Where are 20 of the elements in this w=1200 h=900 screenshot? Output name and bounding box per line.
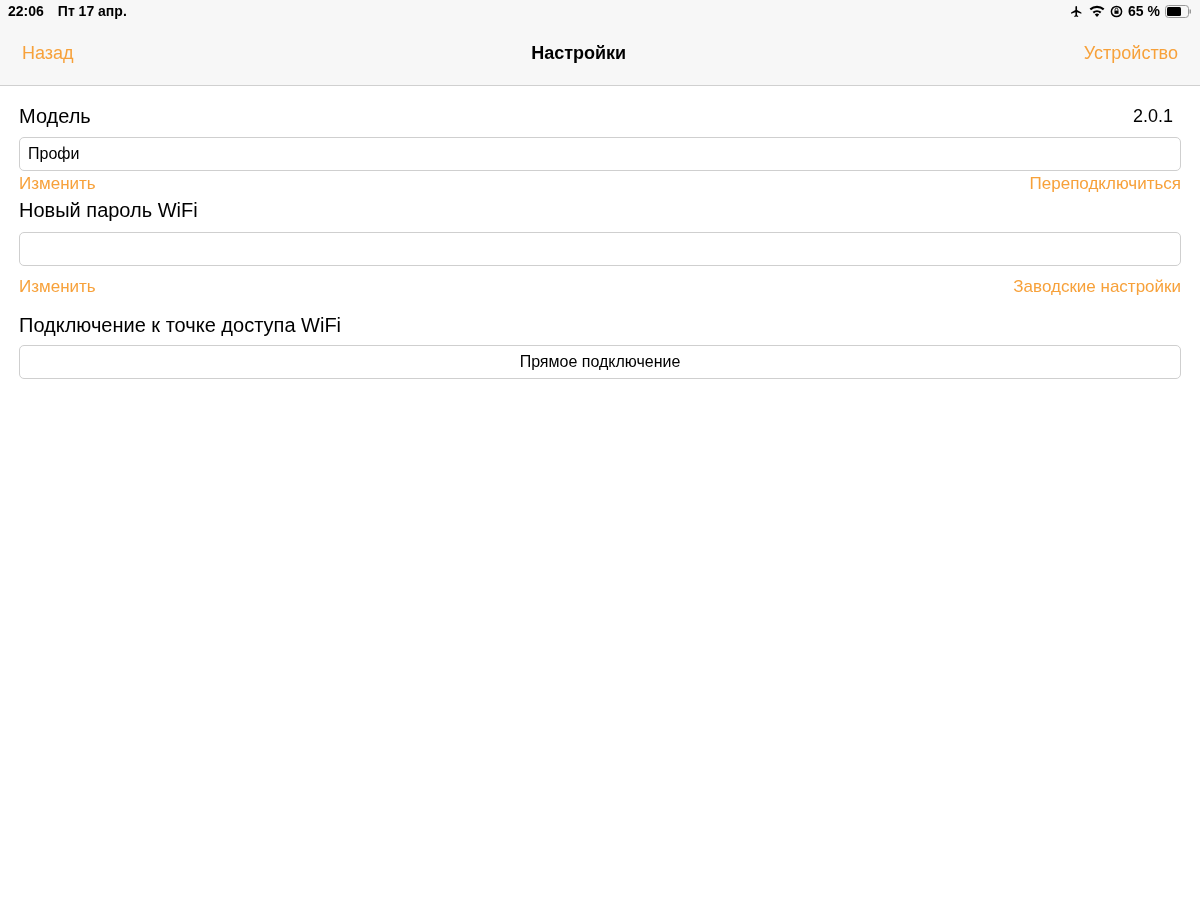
version-text: 2.0.1 (1132, 104, 1173, 128)
back-button[interactable]: Назад (22, 40, 74, 67)
field-label: Новый пароль WiFi (19, 198, 198, 223)
wifi-icon (1089, 5, 1106, 17)
battery-icon (1165, 4, 1192, 18)
field-label: Подключение к точке доступа WiFi (19, 313, 342, 338)
link[interactable]: Заводские настройки (1013, 277, 1181, 295)
status-time: 22:06 (8, 1, 44, 21)
input-field[interactable]: Профи (19, 137, 1181, 171)
field-label: Модель (19, 104, 91, 129)
input-field[interactable] (19, 232, 1181, 266)
status-date: Пт 17 апр. (57, 1, 127, 21)
rotation-lock-icon (1110, 4, 1124, 18)
direct-connect-button[interactable]: Прямое подключение (19, 345, 1181, 379)
device-button[interactable]: Устройство (1083, 40, 1178, 67)
battery-percent: 65 % (1128, 1, 1160, 21)
nav-title: Настройки (531, 42, 627, 65)
link[interactable]: Изменить (19, 174, 96, 192)
link[interactable]: Переподключиться (1029, 174, 1181, 192)
link[interactable]: Изменить (19, 277, 96, 295)
